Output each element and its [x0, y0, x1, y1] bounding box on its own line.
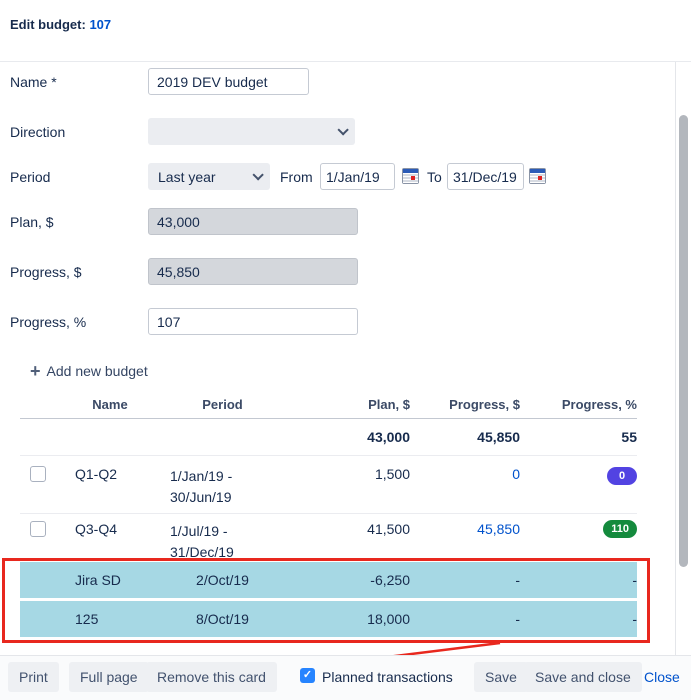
remove-card-button[interactable]: Remove this card	[146, 662, 277, 692]
progress-percent-label: Progress, %	[10, 314, 86, 330]
summary-row: 43,000 45,850 55	[20, 418, 637, 455]
row-period: 1/Jul/19 -31/Dec/19	[160, 513, 285, 558]
scrollbar-track-border	[675, 62, 676, 655]
transaction-name: Jira SD	[60, 572, 160, 588]
chevron-down-icon	[337, 124, 348, 135]
edit-budget-dialog: Edit budget: 107 Name * Direction Period…	[0, 0, 691, 700]
close-link[interactable]: Close	[644, 669, 680, 685]
row-name: Q3-Q4	[60, 513, 160, 558]
transaction-row: 125 8/Oct/19 18,000 - -	[20, 601, 637, 637]
from-date-input[interactable]	[320, 163, 395, 190]
transaction-date: 8/Oct/19	[160, 611, 285, 627]
dialog-title-text: Edit budget:	[10, 17, 86, 32]
progress-badge[interactable]: 0	[607, 467, 637, 485]
transaction-plan: -6,250	[285, 572, 410, 588]
period-label: Period	[10, 169, 50, 185]
transaction-percent: -	[520, 611, 637, 627]
header-divider	[0, 61, 691, 62]
dialog-title: Edit budget: 107	[10, 17, 111, 32]
calendar-icon[interactable]	[529, 168, 546, 184]
period-value: Last year	[158, 169, 216, 185]
row-plan: 41,500	[285, 513, 410, 558]
transaction-row: Jira SD 2/Oct/19 -6,250 - -	[20, 562, 637, 598]
progress-badge[interactable]: 110	[603, 520, 637, 538]
column-header-name: Name	[60, 397, 160, 412]
row-checkbox[interactable]	[30, 466, 46, 482]
column-header-progress-percent: Progress, %	[520, 397, 637, 412]
name-input[interactable]	[148, 68, 309, 95]
add-new-budget-label: Add new budget	[47, 363, 148, 379]
print-button[interactable]: Print	[8, 662, 59, 692]
budget-id-link[interactable]: 107	[89, 17, 111, 32]
transaction-plan: 18,000	[285, 611, 410, 627]
transaction-progress: -	[410, 611, 520, 627]
planned-transactions-label: Planned transactions	[322, 669, 453, 685]
row-plan: 1,500	[285, 455, 410, 513]
progress-dollar-label: Progress, $	[10, 264, 82, 280]
to-label: To	[427, 169, 442, 185]
table-header-row: Name Period Plan, $ Progress, $ Progress…	[20, 390, 637, 418]
summary-plan: 43,000	[285, 429, 410, 445]
to-date-input[interactable]	[447, 163, 524, 190]
row-checkbox[interactable]	[30, 521, 46, 537]
calendar-icon[interactable]	[402, 168, 419, 184]
plan-label: Plan, $	[10, 214, 54, 230]
planned-transactions-checkbox[interactable]: ✓	[300, 668, 315, 683]
column-header-progress-dollar: Progress, $	[410, 397, 520, 412]
progress-percent-input[interactable]	[148, 308, 358, 335]
plus-icon: +	[30, 363, 41, 379]
direction-select[interactable]	[148, 118, 355, 145]
period-select[interactable]: Last year	[148, 163, 270, 190]
save-button[interactable]: Save	[474, 662, 528, 692]
row-progress-link[interactable]: 0	[512, 466, 520, 482]
footer-bar: Print Full page Remove this card ✓ Plann…	[0, 655, 691, 700]
save-and-close-button[interactable]: Save and close	[524, 662, 642, 692]
row-period: 1/Jan/19 -30/Jun/19	[160, 455, 285, 513]
check-icon: ✓	[303, 669, 312, 681]
direction-label: Direction	[10, 124, 65, 140]
transaction-percent: -	[520, 572, 637, 588]
summary-progress: 45,850	[410, 429, 520, 445]
summary-percent: 55	[520, 429, 637, 445]
table-row: Q1-Q2 1/Jan/19 -30/Jun/19 1,500 0 0	[20, 455, 637, 513]
add-new-budget-link[interactable]: + Add new budget	[30, 363, 148, 379]
full-page-button[interactable]: Full page	[69, 662, 149, 692]
scrollbar-thumb[interactable]	[679, 115, 688, 567]
row-name: Q1-Q2	[60, 455, 160, 513]
transaction-name: 125	[60, 611, 160, 627]
name-label: Name *	[10, 74, 57, 90]
column-header-period: Period	[160, 397, 285, 412]
progress-dollar-input	[148, 258, 358, 285]
column-header-plan: Plan, $	[285, 397, 410, 412]
transaction-date: 2/Oct/19	[160, 572, 285, 588]
plan-input	[148, 208, 358, 235]
transaction-progress: -	[410, 572, 520, 588]
chevron-down-icon	[252, 169, 263, 180]
row-progress-link[interactable]: 45,850	[477, 521, 520, 537]
table-row: Q3-Q4 1/Jul/19 -31/Dec/19 41,500 45,850 …	[20, 513, 637, 558]
from-label: From	[280, 169, 313, 185]
